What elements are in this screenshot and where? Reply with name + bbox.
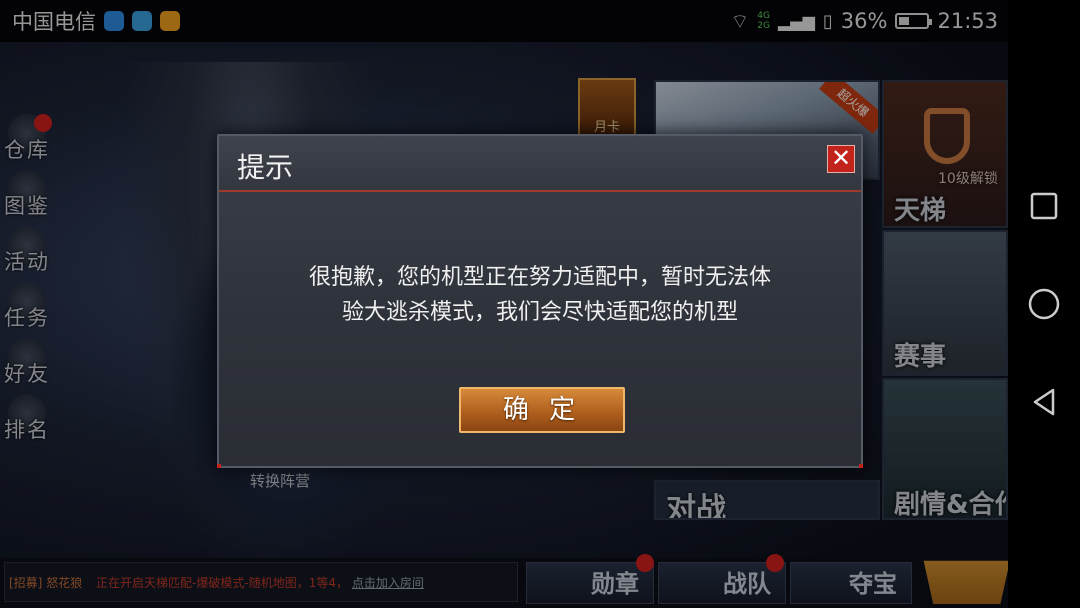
navigation-bar: [1008, 0, 1080, 608]
back-button[interactable]: [1029, 387, 1059, 417]
corner-decoration: [859, 464, 863, 468]
confirm-label: 确 定: [502, 395, 582, 425]
dialog-title: 提示: [237, 151, 294, 184]
corner-decoration: [217, 464, 221, 468]
confirm-button[interactable]: 确 定: [459, 387, 625, 433]
message-line: 很抱歉，您的机型正在努力适配中，暂时无法体: [308, 265, 771, 290]
dialog-header: 提示 ✕: [219, 136, 861, 192]
recents-button[interactable]: [1029, 191, 1059, 221]
close-icon: ✕: [830, 144, 852, 172]
home-button[interactable]: [1027, 287, 1061, 321]
notice-dialog: 提示 ✕ 很抱歉，您的机型正在努力适配中，暂时无法体 验大逃杀模式，我们会尽快适…: [217, 134, 863, 468]
dialog-message: 很抱歉，您的机型正在努力适配中，暂时无法体 验大逃杀模式，我们会尽快适配您的机型: [259, 260, 821, 330]
close-button[interactable]: ✕: [827, 145, 855, 173]
message-line: 验大逃杀模式，我们会尽快适配您的机型: [341, 300, 738, 325]
